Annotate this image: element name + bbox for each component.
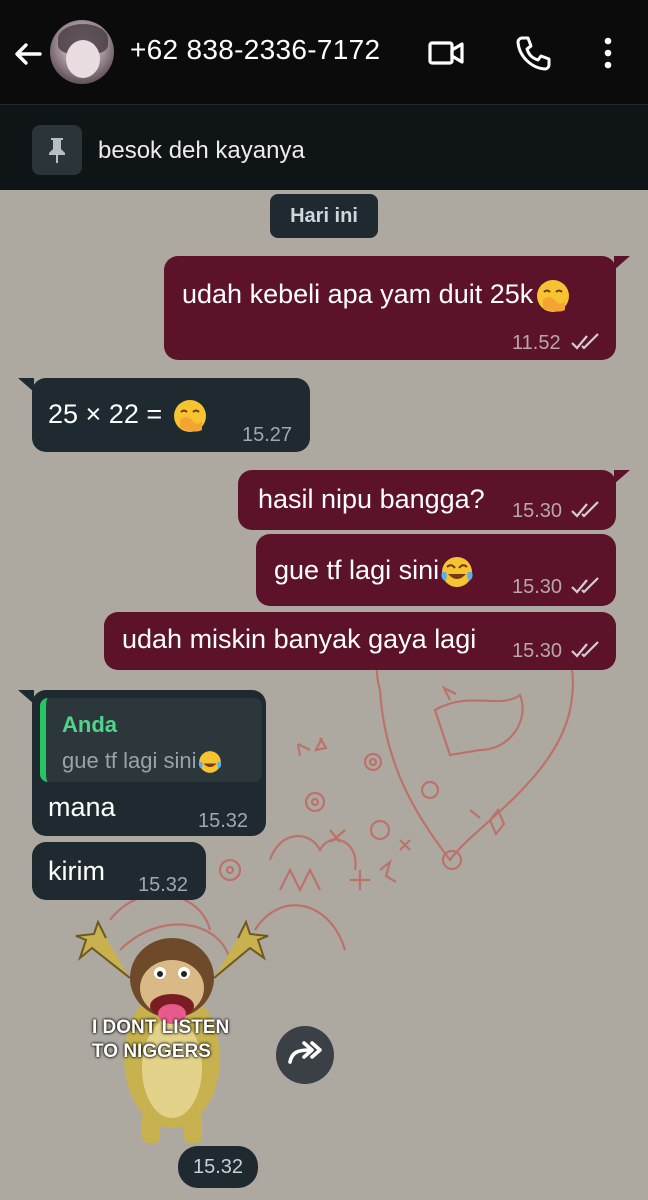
video-call-icon[interactable] xyxy=(428,34,466,72)
forward-icon xyxy=(288,1041,322,1064)
message-bubble-incoming[interactable]: kirim 15.32 xyxy=(32,842,206,900)
message-bubble-outgoing[interactable]: udah kebeli apa yam duit 25k 11.52 xyxy=(164,256,630,360)
message-bubble-outgoing[interactable]: udah miskin banyak gaya lagi 15.30 xyxy=(104,612,616,670)
message-time: 15.27 xyxy=(242,424,293,446)
message-time: 15.30 xyxy=(512,500,563,522)
message-time: 15.30 xyxy=(512,576,563,598)
more-options-icon[interactable] xyxy=(594,34,632,72)
tears-of-joy-emoji-icon xyxy=(441,557,473,587)
date-chip: Hari ini xyxy=(270,194,378,238)
read-receipt-icon xyxy=(571,333,599,350)
quoted-text: gue tf lagi sini xyxy=(62,748,197,773)
contact-avatar[interactable] xyxy=(50,20,114,84)
quoted-message[interactable]: Anda gue tf lagi sini xyxy=(40,698,262,782)
read-receipt-icon xyxy=(571,501,599,518)
message-bubble-outgoing[interactable]: gue tf lagi sini 15.30 xyxy=(256,534,616,606)
pinned-message-bar[interactable]: besok deh kayanya xyxy=(0,104,648,190)
sticker-caption: I DONT LISTEN TO NIGGERS xyxy=(92,1017,230,1062)
message-text: 25 × 22 = xyxy=(48,399,170,430)
message-time: 11.52 xyxy=(512,332,561,354)
message-text: udah miskin banyak gaya lagi xyxy=(122,624,477,654)
contact-title[interactable]: +62 838-2336-7172 xyxy=(130,34,380,66)
pinned-text: besok deh kayanya xyxy=(98,137,305,164)
message-time: 15.32 xyxy=(198,810,249,832)
message-text: mana xyxy=(48,792,116,822)
message-bubble-incoming[interactable]: 25 × 22 = 15.27 xyxy=(18,378,310,452)
chat-header: +62 838-2336-7172 xyxy=(0,0,648,104)
read-receipt-icon xyxy=(571,577,599,594)
message-bubble-outgoing[interactable]: hasil nipu bangga? 15.30 xyxy=(238,470,630,530)
pin-icon-box xyxy=(32,125,82,175)
back-arrow-icon[interactable] xyxy=(10,36,46,72)
message-bubble-incoming-reply[interactable]: Anda gue tf lagi sini mana 15.32 xyxy=(18,690,266,836)
message-text: udah kebeli apa yam duit 25k xyxy=(182,279,534,310)
message-text: kirim xyxy=(48,856,105,886)
message-time: 15.30 xyxy=(512,640,563,662)
tears-of-joy-emoji-icon xyxy=(198,751,221,774)
forward-button[interactable] xyxy=(276,1026,334,1084)
hand-over-mouth-emoji-icon xyxy=(173,400,206,432)
read-receipt-icon xyxy=(571,641,599,658)
hand-over-mouth-emoji-icon xyxy=(537,280,570,312)
pin-icon xyxy=(49,138,65,163)
quoted-sender-name: Anda xyxy=(62,712,117,737)
sticker-time: 15.32 xyxy=(178,1146,258,1188)
voice-call-icon[interactable] xyxy=(514,34,552,72)
message-text: hasil nipu bangga? xyxy=(258,484,485,514)
message-text: gue tf lagi sini xyxy=(274,555,440,586)
message-time: 15.32 xyxy=(138,874,189,896)
